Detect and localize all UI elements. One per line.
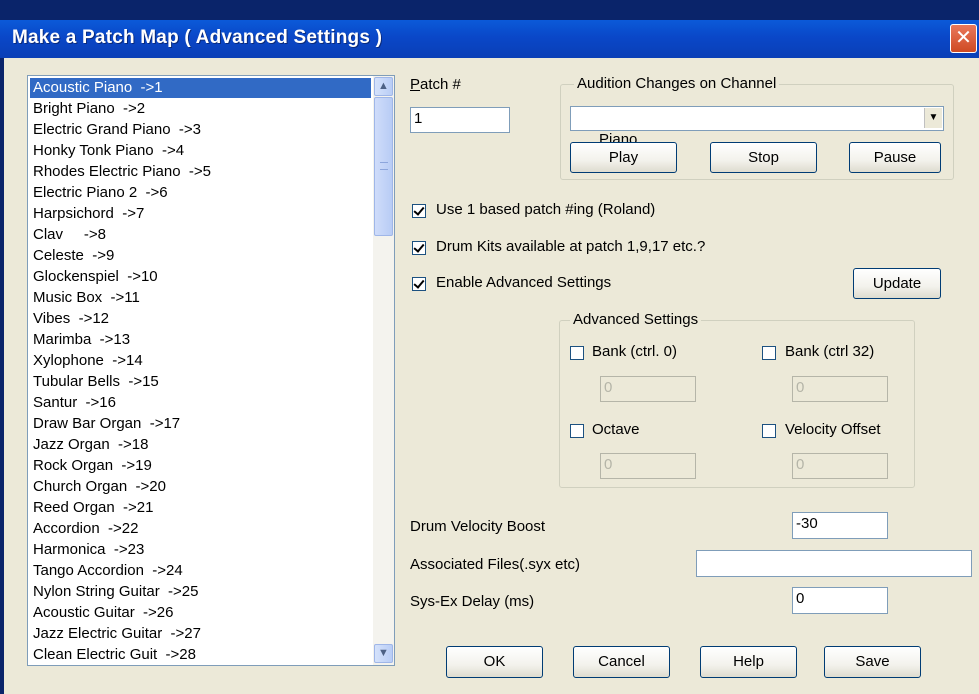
drum-velocity-input[interactable]: -30: [792, 512, 888, 539]
patch-listbox[interactable]: Acoustic Piano ->1 Bright Piano ->2 Electr…: [27, 75, 395, 666]
audition-group-label: Audition Changes on Channel: [574, 75, 780, 92]
associated-files-input[interactable]: [696, 550, 972, 577]
chevron-up-icon: ▲: [378, 80, 389, 92]
patch-list-item[interactable]: Church Organ ->20: [30, 477, 371, 497]
patch-list-item[interactable]: Acoustic Piano ->1: [30, 78, 371, 98]
patch-list-item[interactable]: Marimba ->13: [30, 330, 371, 350]
patch-list-item[interactable]: Jazz Organ ->18: [30, 435, 371, 455]
patch-list-item[interactable]: Nylon String Guitar ->25: [30, 582, 371, 602]
close-button[interactable]: ✕: [950, 24, 977, 53]
close-icon: ✕: [955, 27, 972, 49]
patch-list-item[interactable]: Celeste ->9: [30, 246, 371, 266]
bank-ctrl32-label: Bank (ctrl 32): [785, 343, 875, 360]
patch-list-item[interactable]: Clean Electric Guit ->28: [30, 645, 371, 665]
sysex-delay-label: Sys-Ex Delay (ms): [410, 593, 535, 610]
octave-label: Octave: [592, 421, 640, 438]
patch-list-items: Acoustic Piano ->1 Bright Piano ->2 Electr…: [28, 76, 373, 665]
list-scrollbar[interactable]: ▲ ▼: [373, 76, 394, 665]
dialog-title: Make a Patch Map ( Advanced Settings ): [12, 27, 383, 48]
patch-list-item[interactable]: Bright Piano ->2: [30, 99, 371, 119]
patch-list-item[interactable]: Draw Bar Organ ->17: [30, 414, 371, 434]
patch-list-item[interactable]: Honky Tonk Piano ->4: [30, 141, 371, 161]
ok-button[interactable]: OK: [446, 646, 543, 678]
bank-ctrl0-label: Bank (ctrl. 0): [592, 343, 678, 360]
enable-advanced-checkbox[interactable]: [412, 277, 426, 291]
patch-list-item[interactable]: Jazz Electric Guitar ->27: [30, 624, 371, 644]
advanced-settings-label: Advanced Settings: [570, 311, 702, 328]
octave-input[interactable]: 0: [600, 453, 696, 479]
patch-list-item[interactable]: Rock Organ ->19: [30, 456, 371, 476]
play-button[interactable]: Play: [570, 142, 677, 173]
patch-list-item[interactable]: Harmonica ->23: [30, 540, 371, 560]
chevron-down-icon[interactable]: ▼: [924, 108, 942, 128]
patch-list-item[interactable]: Acoustic Guitar ->26: [30, 603, 371, 623]
patch-list-item[interactable]: Music Box ->11: [30, 288, 371, 308]
save-button[interactable]: Save: [824, 646, 921, 678]
patch-number-label: Patch #: [410, 76, 461, 93]
velocity-offset-input[interactable]: 0: [792, 453, 888, 479]
channel-combobox[interactable]: Piano ▼: [570, 106, 944, 148]
patch-number-label-rest: atch #: [420, 76, 461, 93]
associated-files-label: Associated Files(.syx etc): [410, 556, 581, 573]
scroll-up-button[interactable]: ▲: [374, 77, 393, 96]
stop-button[interactable]: Stop: [710, 142, 817, 173]
patch-list-item[interactable]: Electric Piano 2 ->6: [30, 183, 371, 203]
drum-kits-checkbox[interactable]: [412, 241, 426, 255]
pause-button[interactable]: Pause: [849, 142, 941, 173]
one-based-checkbox[interactable]: [412, 204, 426, 218]
octave-checkbox[interactable]: [570, 424, 584, 438]
update-button[interactable]: Update: [853, 268, 941, 299]
dialog-body: Acoustic Piano ->1 Bright Piano ->2 Electr…: [4, 58, 979, 694]
sysex-delay-input[interactable]: 0: [792, 587, 888, 614]
title-bar[interactable]: Make a Patch Map ( Advanced Settings ) ✕: [0, 20, 979, 58]
patch-list-item[interactable]: Rhodes Electric Piano ->5: [30, 162, 371, 182]
bank-ctrl32-input[interactable]: 0: [792, 376, 888, 402]
drum-velocity-label: Drum Velocity Boost: [410, 518, 546, 535]
patch-list-item[interactable]: Vibes ->12: [30, 309, 371, 329]
patch-list-item[interactable]: Xylophone ->14: [30, 351, 371, 371]
patch-number-input[interactable]: 1: [410, 107, 510, 133]
chevron-down-icon: ▼: [378, 647, 389, 659]
patch-list-item[interactable]: Reed Organ ->21: [30, 498, 371, 518]
patch-list-item[interactable]: Clav ->8: [30, 225, 371, 245]
patch-list-item[interactable]: Tubular Bells ->15: [30, 372, 371, 392]
grip-icon: [380, 162, 388, 170]
patch-list-item[interactable]: Harpsichord ->7: [30, 204, 371, 224]
one-based-label: Use 1 based patch #ing (Roland): [436, 201, 656, 218]
help-button[interactable]: Help: [700, 646, 797, 678]
enable-advanced-label: Enable Advanced Settings: [436, 274, 612, 291]
patch-list-item[interactable]: Glockenspiel ->10: [30, 267, 371, 287]
velocity-offset-label: Velocity Offset: [785, 421, 881, 438]
drum-kits-label: Drum Kits available at patch 1,9,17 etc.…: [436, 238, 706, 255]
bank-ctrl0-input[interactable]: 0: [600, 376, 696, 402]
patch-list-item[interactable]: Accordion ->22: [30, 519, 371, 539]
velocity-offset-checkbox[interactable]: [762, 424, 776, 438]
bank-ctrl0-checkbox[interactable]: [570, 346, 584, 360]
bank-ctrl32-checkbox[interactable]: [762, 346, 776, 360]
patch-list-item[interactable]: Tango Accordion ->24: [30, 561, 371, 581]
cancel-button[interactable]: Cancel: [573, 646, 670, 678]
scroll-down-button[interactable]: ▼: [374, 644, 393, 663]
patch-list-item[interactable]: Santur ->16: [30, 393, 371, 413]
scroll-thumb[interactable]: [374, 97, 393, 236]
patch-list-item[interactable]: Electric Grand Piano ->3: [30, 120, 371, 140]
patch-map-dialog: Make a Patch Map ( Advanced Settings ) ✕…: [0, 0, 979, 694]
